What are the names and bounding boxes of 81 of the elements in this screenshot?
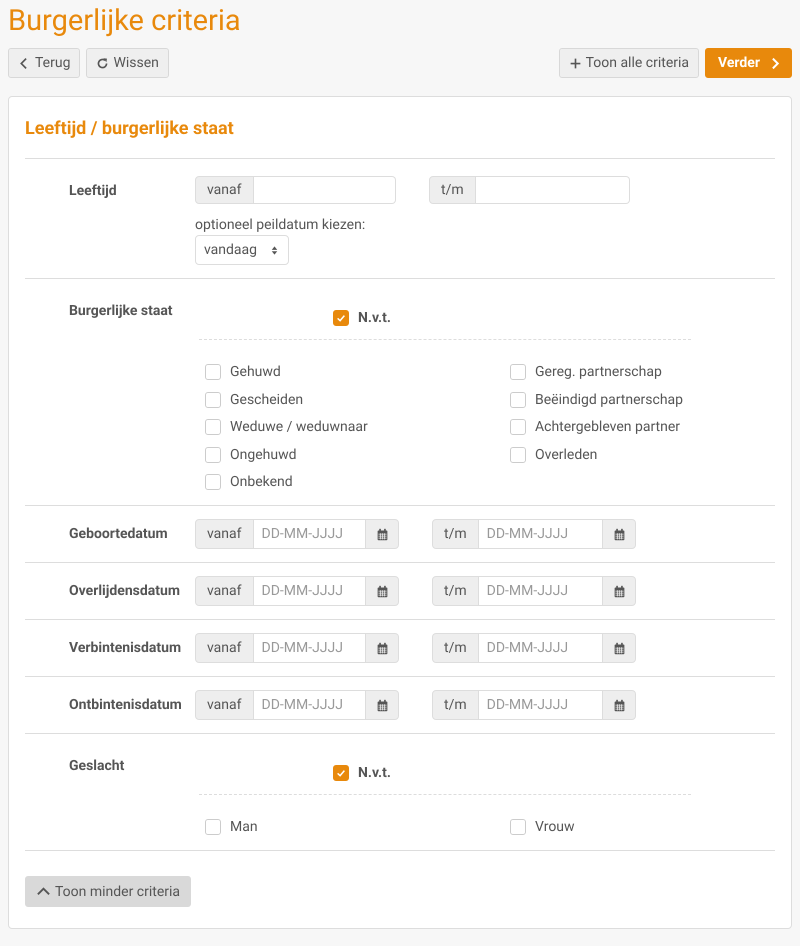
checkmark-icon — [335, 767, 347, 779]
calendar-icon — [376, 584, 388, 598]
checkbox-label: Onbekend — [230, 473, 293, 491]
to-field[interactable] — [476, 176, 630, 204]
checkbox[interactable] — [510, 819, 526, 835]
refresh-icon — [96, 56, 110, 70]
checkbox[interactable] — [510, 392, 526, 408]
addon-label: t/m — [432, 690, 479, 720]
calendar-button[interactable] — [365, 576, 399, 606]
checkbox-label: Man — [230, 818, 258, 836]
calendar-icon — [376, 698, 388, 712]
calendar-button[interactable] — [365, 690, 399, 720]
checkbox-label: N.v.t. — [358, 309, 391, 327]
field-label: Leeftijd — [68, 182, 118, 201]
field-label: Verbintenisdatum — [68, 639, 182, 658]
calendar-button[interactable] — [602, 576, 636, 606]
calendar-icon — [612, 528, 626, 540]
calendar-icon — [376, 528, 388, 540]
checkbox[interactable] — [510, 446, 526, 462]
checkmark-icon — [335, 312, 347, 324]
checkbox-label: Overleden — [535, 446, 598, 464]
show-all-button[interactable]: Toon alle criteria — [558, 48, 700, 78]
calendar-icon — [612, 642, 626, 654]
field-label: Ontbintenisdatum — [68, 696, 183, 715]
calendar-icon — [612, 698, 626, 712]
checkbox-label: Achtergebleven partner — [535, 418, 680, 436]
calendar-button[interactable] — [365, 633, 399, 663]
caption: optioneel peildatum kiezen: — [195, 217, 366, 233]
checkbox-label: Beëindigd partnerschap — [535, 390, 684, 408]
checkbox[interactable] — [333, 765, 349, 781]
to-date-field[interactable]: DD-MM-JJJJ — [478, 576, 602, 606]
from-date-field[interactable]: DD-MM-JJJJ — [254, 633, 365, 663]
back-button[interactable]: Terug — [8, 48, 80, 78]
checkbox-label: Weduwe / weduwnaar — [230, 418, 368, 436]
from-field[interactable] — [254, 176, 396, 204]
checkbox[interactable] — [510, 419, 526, 435]
checkbox[interactable] — [205, 819, 221, 835]
addon-label: vanaf — [195, 633, 254, 663]
calendar-button[interactable] — [602, 633, 636, 663]
addon-label: vanaf — [195, 519, 254, 549]
to-date-field[interactable]: DD-MM-JJJJ — [478, 519, 602, 549]
field-label: Overlijdensdatum — [68, 582, 181, 601]
addon-label: vanaf — [195, 690, 254, 720]
from-date-field[interactable]: DD-MM-JJJJ — [254, 576, 365, 606]
calendar-button[interactable] — [602, 519, 636, 549]
section-title: Leeftijd / burgerlijke staat — [25, 97, 775, 159]
checkbox[interactable] — [205, 419, 221, 435]
show-less-button[interactable]: Toon minder criteria — [25, 876, 192, 907]
checkbox[interactable] — [205, 364, 221, 380]
addon-label: vanaf — [195, 176, 254, 204]
checkbox[interactable] — [205, 474, 221, 490]
field-label: Geboortedatum — [68, 525, 169, 544]
page-title: Burgerlijke criteria — [8, 3, 242, 39]
checkbox-label: Gehuwd — [230, 363, 281, 381]
field-label: Geslacht — [68, 757, 126, 776]
to-date-field[interactable]: DD-MM-JJJJ — [478, 690, 602, 720]
field-label: Burgerlijke staat — [68, 302, 174, 321]
calendar-button[interactable] — [602, 690, 636, 720]
checkbox-label: Gereg. partnerschap — [535, 363, 662, 381]
checkbox[interactable] — [510, 364, 526, 380]
checkbox-label: Gescheiden — [230, 390, 304, 408]
calendar-icon — [612, 584, 626, 598]
checkbox[interactable] — [205, 446, 221, 462]
from-date-field[interactable]: DD-MM-JJJJ — [254, 690, 365, 720]
calendar-icon — [376, 642, 388, 654]
plus-icon — [568, 56, 582, 70]
checkbox-label: Ongehuwd — [230, 446, 296, 464]
addon-label: t/m — [429, 176, 476, 204]
checkbox[interactable] — [205, 392, 221, 408]
addon-label: t/m — [432, 633, 479, 663]
from-date-field[interactable]: DD-MM-JJJJ — [254, 519, 365, 549]
checkbox-label: N.v.t. — [358, 764, 391, 782]
addon-label: t/m — [432, 519, 479, 549]
checkbox[interactable] — [333, 310, 349, 326]
checkbox-label: Vrouw — [535, 818, 575, 836]
date-select[interactable]: vandaag — [195, 235, 290, 265]
clear-button[interactable]: Wissen — [86, 48, 169, 78]
addon-label: vanaf — [195, 576, 254, 606]
to-date-field[interactable]: DD-MM-JJJJ — [478, 633, 602, 663]
addon-label: t/m — [432, 576, 479, 606]
calendar-button[interactable] — [365, 519, 399, 549]
